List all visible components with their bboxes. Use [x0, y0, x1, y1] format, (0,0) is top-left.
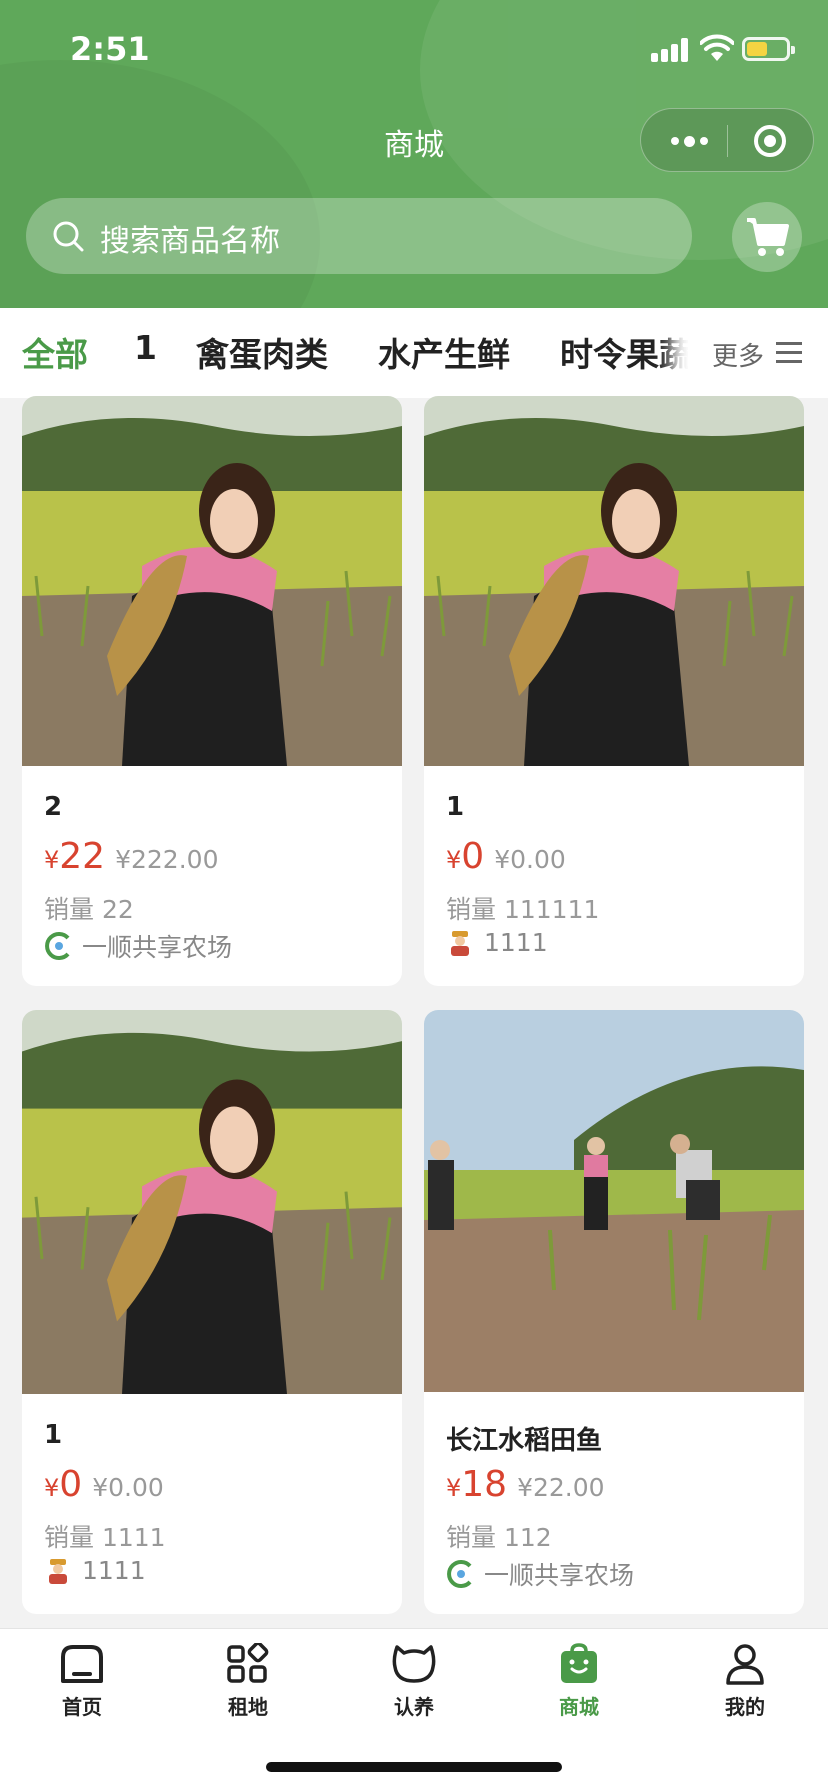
search-icon [53, 221, 84, 252]
mini-program-capsule [640, 108, 814, 172]
tab-mine[interactable]: 我的 [690, 1643, 800, 1720]
menu-icon [776, 342, 802, 364]
price-row: ¥0 ¥0.00 [446, 836, 566, 877]
tab-label: 我的 [725, 1695, 765, 1719]
price-row: ¥22 ¥222.00 [44, 836, 218, 877]
original-price: ¥0.00 [494, 845, 566, 874]
product-card[interactable]: 2 ¥22 ¥222.00 销量 22 一顺共享农场 [22, 396, 402, 986]
category-tabs: 全部 1 禽蛋肉类 水产生鲜 时令果蔬 更多 [0, 308, 828, 398]
product-price: ¥22 [44, 836, 106, 877]
price-row: ¥0 ¥0.00 [44, 1464, 164, 1505]
home-indicator[interactable] [266, 1762, 562, 1772]
tab-home[interactable]: 首页 [27, 1643, 137, 1720]
seller: 1111 [44, 1556, 146, 1585]
tab-label: 首页 [62, 1695, 102, 1719]
home-icon [61, 1645, 103, 1683]
tab-label: 认养 [394, 1695, 434, 1719]
category-tab-all[interactable]: 全部 [22, 328, 88, 376]
cart-button[interactable] [732, 202, 802, 272]
shop-bag-icon [561, 1643, 597, 1683]
product-name: 1 [44, 1420, 63, 1450]
product-image [424, 396, 804, 766]
original-price: ¥22.00 [517, 1473, 605, 1502]
category-tab-1[interactable]: 1 [134, 328, 157, 367]
search-input[interactable]: 搜索商品名称 [26, 198, 692, 274]
farmer-avatar-icon [49, 1558, 67, 1584]
status-time: 2:51 [70, 30, 150, 68]
product-card[interactable]: 1 ¥0 ¥0.00 销量 111111 1111 [424, 396, 804, 986]
category-tab-seasonal-produce[interactable]: 时令果蔬 [560, 328, 692, 376]
seller: 1111 [446, 928, 548, 957]
seller: 一顺共享农场 [446, 1556, 634, 1592]
seller-name: 一顺共享农场 [82, 933, 233, 962]
product-image [22, 1010, 402, 1394]
product-card[interactable]: 1 ¥0 ¥0.00 销量 1111 1111 [22, 1010, 402, 1614]
tab-rent-land[interactable]: 租地 [193, 1643, 303, 1720]
more-categories-button[interactable]: 更多 [688, 308, 828, 398]
farm-logo-icon [447, 1560, 472, 1588]
signal-icon [651, 38, 691, 62]
farm-logo-icon [45, 932, 70, 960]
more-dots-icon[interactable] [665, 129, 713, 153]
price-row: ¥18 ¥22.00 [446, 1464, 605, 1505]
seller-name: 1111 [82, 1556, 146, 1585]
product-price: ¥0 [44, 1464, 83, 1505]
sales-count: 销量 112 [446, 1523, 552, 1552]
product-image [22, 396, 402, 766]
tab-label: 商城 [559, 1695, 599, 1719]
category-tab-seafood[interactable]: 水产生鲜 [378, 328, 510, 376]
product-name: 长江水稻田鱼 [446, 1426, 603, 1456]
grid-icon [227, 1643, 269, 1683]
search-placeholder: 搜索商品名称 [100, 224, 280, 259]
product-name: 1 [446, 792, 465, 822]
seller-name: 一顺共享农场 [484, 1561, 635, 1590]
product-price: ¥18 [446, 1464, 508, 1505]
product-card[interactable]: 长江水稻田鱼 ¥18 ¥22.00 销量 112 一顺共享农场 [424, 1010, 804, 1614]
original-price: ¥0.00 [92, 1473, 164, 1502]
original-price: ¥222.00 [115, 845, 219, 874]
battery-icon [742, 37, 795, 61]
farmer-avatar-icon [451, 930, 469, 956]
more-label: 更多 [712, 342, 765, 372]
product-image [424, 1010, 804, 1392]
product-price: ¥0 [446, 836, 485, 877]
status-bar: 2:51 [0, 0, 828, 100]
sales-count: 销量 22 [44, 895, 134, 924]
tab-adopt[interactable]: 认养 [359, 1643, 469, 1720]
category-tab-poultry-eggs-meat[interactable]: 禽蛋肉类 [196, 328, 328, 376]
product-name: 2 [44, 792, 63, 822]
sales-count: 销量 1111 [44, 1523, 166, 1552]
seller: 一顺共享农场 [44, 928, 232, 964]
wifi-icon [700, 34, 734, 61]
pet-icon [392, 1645, 436, 1683]
tab-label: 租地 [228, 1695, 268, 1719]
tab-shop[interactable]: 商城 [524, 1643, 634, 1720]
close-target-icon[interactable] [754, 125, 786, 157]
user-icon [726, 1644, 764, 1685]
seller-name: 1111 [484, 928, 548, 957]
header: 2:51 商城 搜索商品名称 [0, 0, 828, 308]
cart-icon [747, 218, 789, 256]
sales-count: 销量 111111 [446, 895, 600, 924]
